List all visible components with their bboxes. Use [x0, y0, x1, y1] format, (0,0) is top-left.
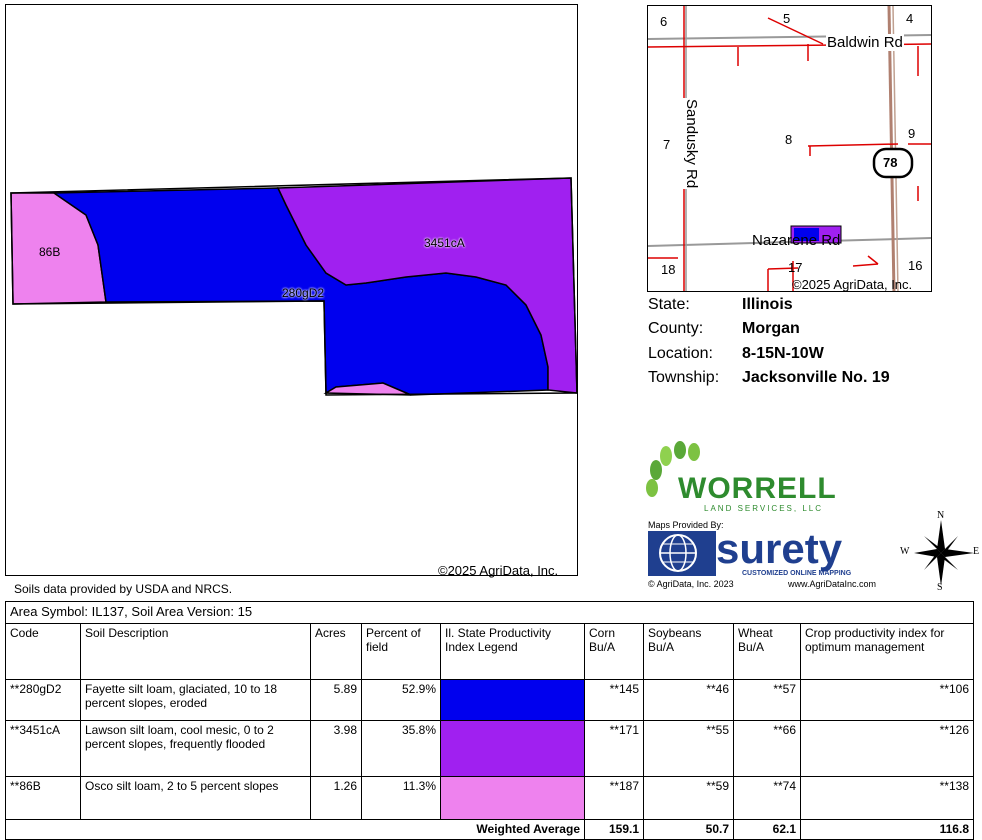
cell-soy: **46: [643, 679, 734, 721]
soil-label-3451ca: 3451cA: [424, 236, 465, 250]
maps-provided-by: Maps Provided By:: [648, 520, 724, 530]
cell-desc: Lawson silt loam, cool mesic, 0 to 2 per…: [80, 720, 311, 777]
cell-desc: Fayette silt loam, glaciated, 10 to 18 p…: [80, 679, 311, 721]
compass-rose-icon: N S E W: [900, 510, 982, 594]
section-9: 9: [908, 126, 916, 141]
cell-cpi: **138: [800, 776, 974, 820]
road-label-nazarene: Nazarene Rd: [752, 232, 841, 249]
route-78-marker: 78: [883, 155, 898, 170]
col-header-desc: Soil Description: [80, 623, 311, 680]
cell-code: **280gD2: [5, 679, 81, 721]
info-val-location: 8-15N-10W: [742, 345, 824, 362]
soil-label-280gd2: 280gD2: [282, 286, 325, 300]
location-map: 78 Baldwin Rd Sandusky Rd Nazarene Rd 6 …: [647, 5, 932, 292]
cell-corn: **145: [584, 679, 644, 721]
info-key-county: County:: [648, 320, 704, 337]
location-map-copyright: ©2025 AgriData, Inc.: [792, 277, 913, 292]
worrell-name: WORRELL: [678, 472, 837, 505]
cell-cpi: **106: [800, 679, 974, 721]
weighted-corn: 159.1: [584, 819, 644, 840]
compass-s: S: [937, 582, 943, 593]
surety-name: surety: [716, 525, 843, 572]
col-header-wheat: Wheat Bu/A: [733, 623, 801, 680]
surety-tagline: CUSTOMIZED ONLINE MAPPING: [742, 570, 852, 577]
cell-corn: **187: [584, 776, 644, 820]
col-header-corn: Corn Bu/A: [584, 623, 644, 680]
cell-soy: **59: [643, 776, 734, 820]
col-header-pct: Percent of field: [361, 623, 441, 680]
weighted-average-row: Weighted Average 159.1 50.7 62.1 116.8: [5, 819, 974, 840]
area-symbol-line: Area Symbol: IL137, Soil Area Version: 1…: [5, 601, 974, 624]
cell-corn: **171: [584, 720, 644, 777]
road-label-sandusky: Sandusky Rd: [683, 98, 700, 190]
worrell-subtitle: LAND SERVICES, LLC: [704, 504, 823, 513]
legend-swatch: [440, 720, 585, 777]
section-8: 8: [785, 132, 793, 147]
legend-swatch: [440, 679, 585, 721]
cell-wheat: **66: [733, 720, 801, 777]
col-header-legend: Il. State Productivity Index Legend: [440, 623, 585, 680]
section-18: 18: [661, 262, 676, 277]
compass-n: N: [937, 510, 945, 521]
col-header-soy: Soybeans Bu/A: [643, 623, 734, 680]
cell-code: **86B: [5, 776, 81, 820]
surety-url: www.AgriDataInc.com: [788, 579, 877, 589]
cell-acres: 5.89: [310, 679, 362, 721]
road-label-baldwin: Baldwin Rd: [826, 34, 904, 51]
source-note: Soils data provided by USDA and NRCS.: [14, 582, 233, 596]
globe-icon: [648, 531, 716, 576]
soil-label-86b: 86B: [39, 245, 61, 259]
info-val-county: Morgan: [742, 320, 800, 337]
legend-swatch: [440, 776, 585, 820]
info-key-township: Township:: [648, 369, 720, 386]
col-header-cpi: Crop productivity index for optimum mana…: [800, 623, 974, 680]
cell-wheat: **57: [733, 679, 801, 721]
info-key-location: Location:: [648, 345, 713, 362]
worrell-logo: WORRELL LAND SERVICES, LLC: [642, 440, 836, 515]
weighted-wheat: 62.1: [733, 819, 801, 840]
info-key-state: State:: [648, 296, 690, 313]
section-5: 5: [783, 11, 791, 26]
surety-copyright: © AgriData, Inc. 2023: [648, 579, 734, 589]
table-row: **280gD2 Fayette silt loam, glaciated, 1…: [5, 679, 974, 721]
table-row: **86B Osco silt loam, 2 to 5 percent slo…: [5, 776, 974, 820]
cell-soy: **55: [643, 720, 734, 777]
info-val-state: Illinois: [742, 296, 793, 313]
section-17: 17: [788, 260, 803, 275]
col-header-acres: Acres: [310, 623, 362, 680]
soil-map-copyright: ©2025 AgriData, Inc.: [438, 563, 559, 578]
compass-e: E: [973, 546, 980, 557]
cell-acres: 3.98: [310, 720, 362, 777]
cell-code: **3451cA: [5, 720, 81, 777]
weighted-soy: 50.7: [643, 819, 734, 840]
cell-pct: 11.3%: [361, 776, 441, 820]
soil-table: Area Symbol: IL137, Soil Area Version: 1…: [5, 601, 974, 840]
cell-wheat: **74: [733, 776, 801, 820]
col-header-code: Code: [5, 623, 81, 680]
weighted-cpi: 116.8: [800, 819, 974, 840]
section-16: 16: [908, 258, 923, 273]
cell-acres: 1.26: [310, 776, 362, 820]
weighted-label: Weighted Average: [5, 819, 585, 840]
cell-cpi: **126: [800, 720, 974, 777]
section-4: 4: [906, 11, 914, 26]
section-6: 6: [660, 14, 668, 29]
surety-logo: surety CUSTOMIZED ONLINE MAPPING: [648, 525, 883, 586]
cell-pct: 35.8%: [361, 720, 441, 777]
soil-map: 86B 3451cA 280gD2 ©2025 AgriData, Inc.: [5, 4, 578, 578]
cell-pct: 52.9%: [361, 679, 441, 721]
info-val-township: Jacksonville No. 19: [742, 369, 890, 386]
section-7: 7: [663, 137, 671, 152]
table-row: **3451cA Lawson silt loam, cool mesic, 0…: [5, 720, 974, 777]
compass-w: W: [900, 546, 910, 557]
cell-desc: Osco silt loam, 2 to 5 percent slopes: [80, 776, 311, 820]
